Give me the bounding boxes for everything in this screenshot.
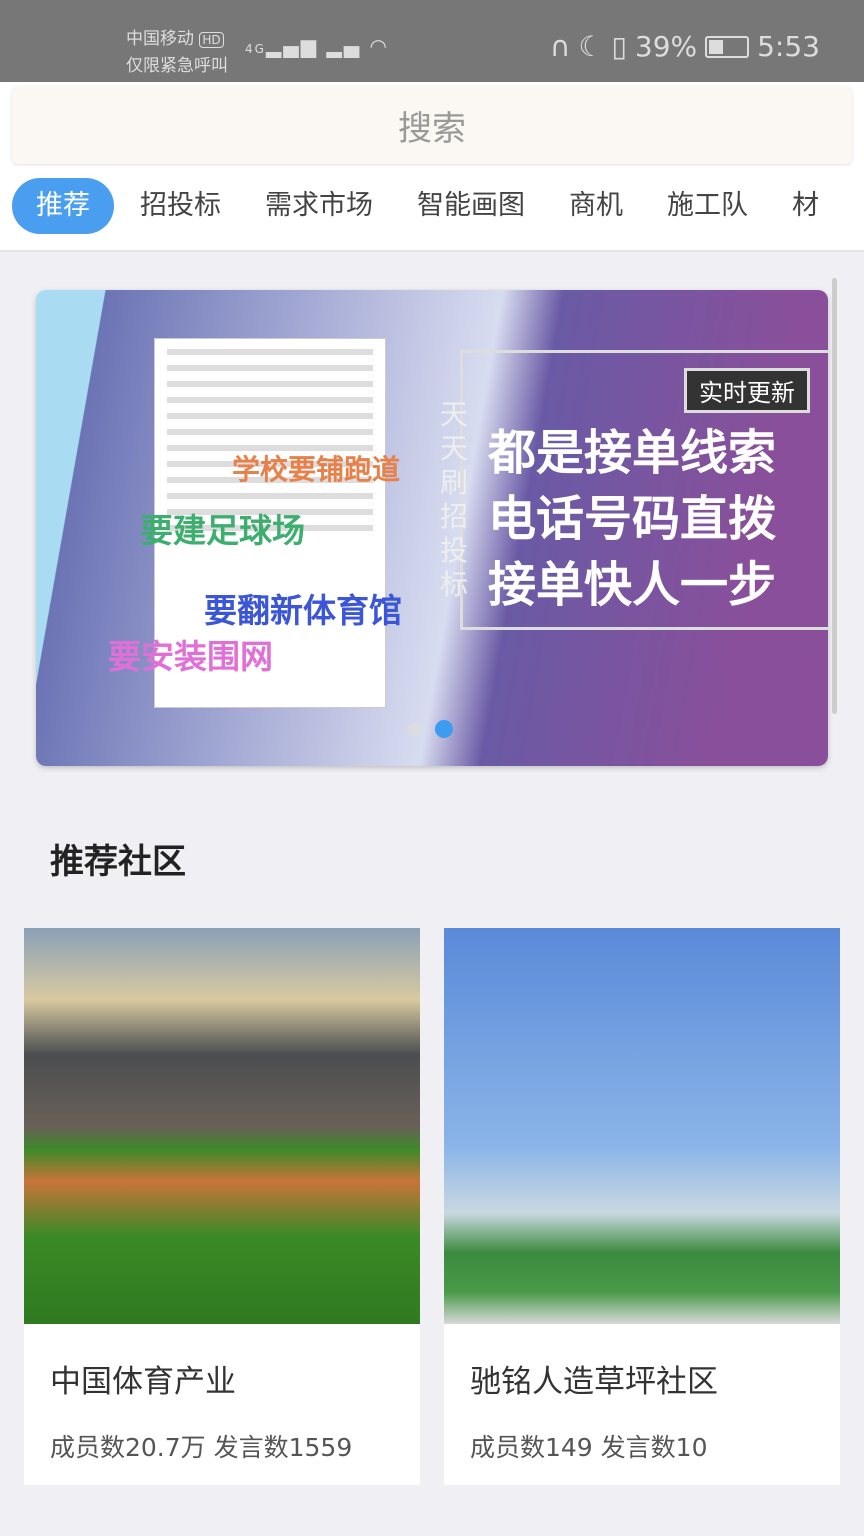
banner-overlay-text: 学校要铺跑道 [232,453,401,486]
banner-vertical-text: 天天刷招投标 [440,398,469,601]
community-stats: 成员数149 发言数10 [470,1433,708,1462]
banner-carousel[interactable]: 学校要铺跑道 要建足球场 要翻新体育馆 要安装围网 天天刷招投标 实时更新 都是… [36,290,828,766]
headline-line: 电话号码直拨 [488,491,777,547]
banner-tag: 实时更新 [684,368,810,413]
clock: 5:53 [757,30,820,63]
carrier-info: 中国移动 HD 仅限紧急呼叫 [126,26,228,79]
community-card[interactable]: 中国体育产业 成员数20.7万 发言数1559 [24,928,420,1485]
field-image [444,928,840,1324]
network-type: 4G [245,42,266,56]
community-name: 中国体育产业 [50,1364,236,1400]
stadium-image [24,928,420,1324]
banner-overlay-text: 要安装围网 [108,637,273,676]
battery-percent: 39% [634,30,698,63]
status-bar: 中国移动 HD 仅限紧急呼叫 4G▂▄▆ ▂▄ ◠ ∩ ☾ ▯ 39% 5:53 [0,0,864,82]
tab-smart-drawing[interactable]: 智能画图 [395,178,547,234]
tab-bidding[interactable]: 招投标 [118,178,243,234]
signal-icon: 4G▂▄▆ ▂▄ ◠ [245,34,390,58]
community-stats: 成员数20.7万 发言数1559 [50,1433,353,1462]
carousel-dot-active[interactable] [435,720,453,738]
carousel-indicator [408,720,453,738]
tab-recommend[interactable]: 推荐 [12,178,114,234]
hd-badge: HD [199,32,224,48]
section-title: 推荐社区 [50,842,186,882]
moon-icon: ☾ [578,30,604,63]
search-input[interactable]: 搜索 [12,86,852,164]
headline-line: 都是接单线索 [488,425,777,481]
tab-construction-team[interactable]: 施工队 [645,178,770,234]
emergency-text: 仅限紧急呼叫 [126,56,228,76]
headline-line: 接单快人一步 [488,557,777,613]
vibrate-icon: ▯ [611,30,627,63]
tab-demand-market[interactable]: 需求市场 [243,178,395,234]
battery-icon [705,35,750,58]
category-tabs: 推荐 招投标 需求市场 智能画图 商机 施工队 材 [12,178,841,234]
banner-overlay-text: 要翻新体育馆 [204,591,402,630]
banner-overlay-text: 要建足球场 [140,511,305,550]
tab-business[interactable]: 商机 [547,178,645,234]
scrollbar[interactable] [832,278,837,714]
tab-materials[interactable]: 材 [770,178,841,234]
headset-icon: ∩ [549,30,571,63]
carousel-dot[interactable] [408,722,421,736]
banner-headline: 都是接单线索 电话号码直拨 接单快人一步 [488,420,776,618]
community-name: 驰铭人造草坪社区 [470,1364,718,1400]
carrier: 中国移动 [126,29,194,49]
community-card[interactable]: 驰铭人造草坪社区 成员数149 发言数10 [444,928,840,1485]
